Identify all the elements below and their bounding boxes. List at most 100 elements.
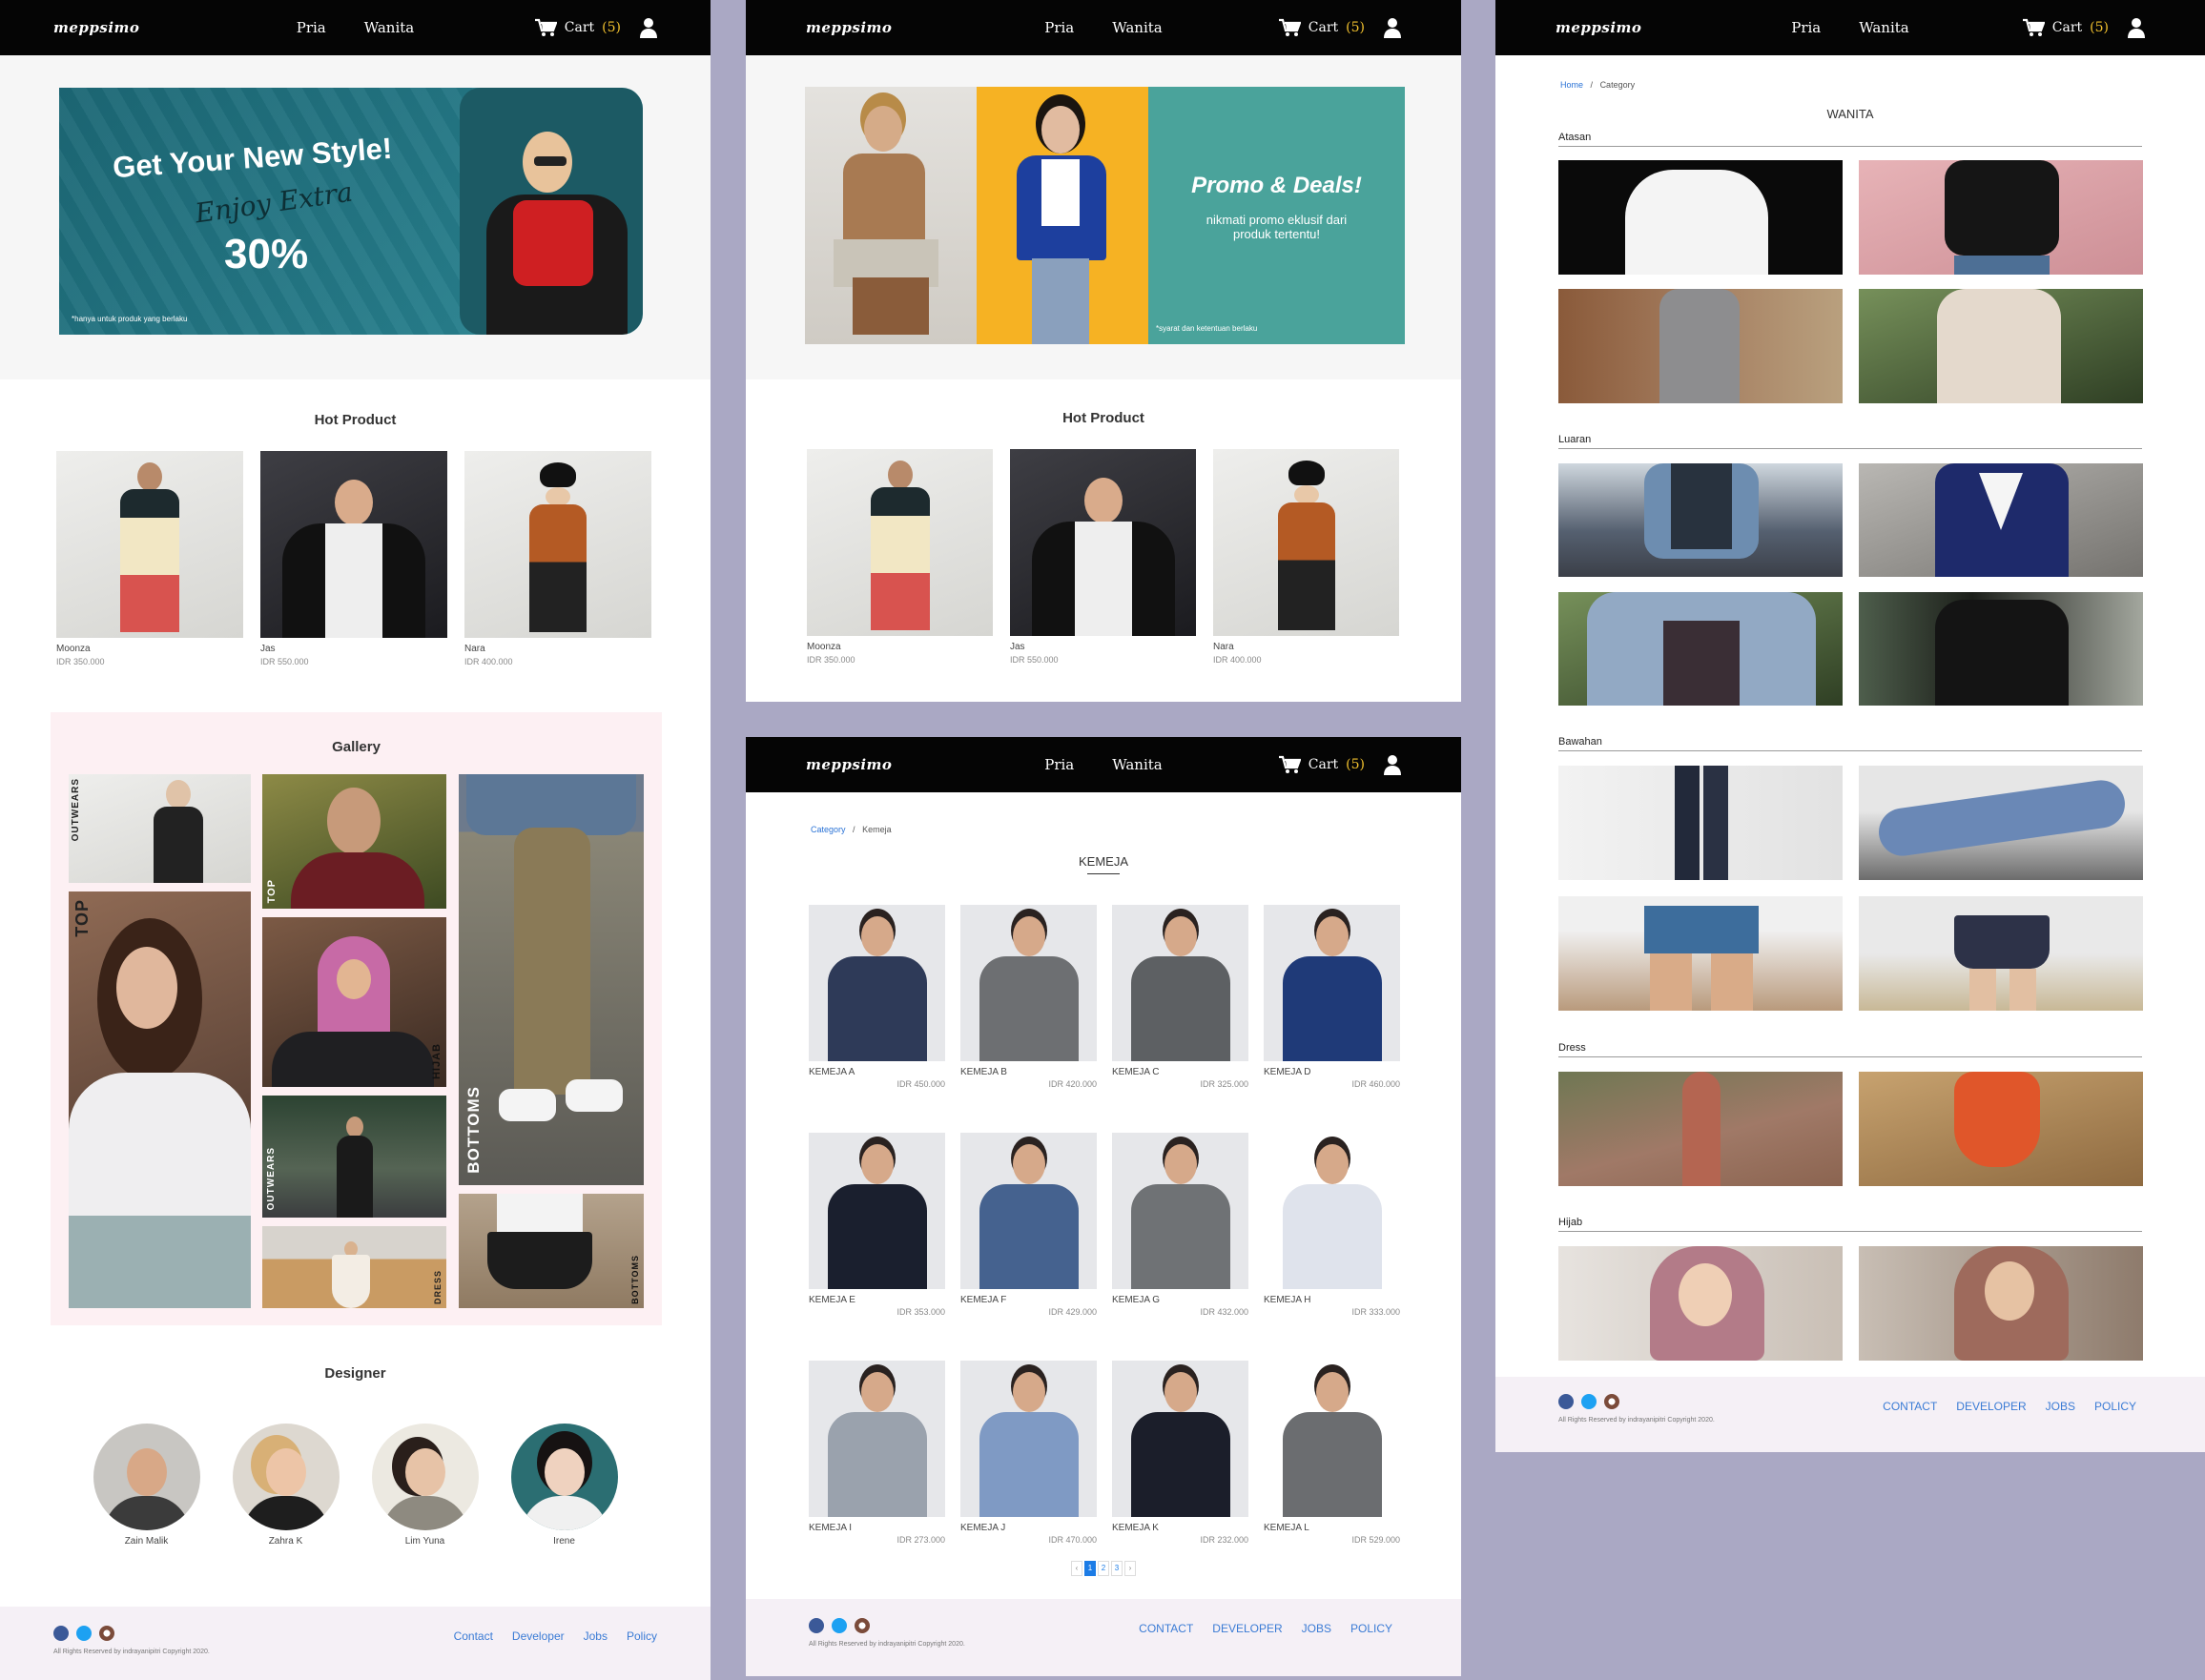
nav-link-pria[interactable]: Pria [1044,19,1074,36]
product-card[interactable]: KEMEJA I IDR 273.000 [809,1361,945,1571]
user-icon[interactable] [640,17,657,38]
nav-link-wanita[interactable]: Wanita [1859,19,1909,36]
gallery-tile-top-man[interactable]: TOP [262,774,446,909]
product-card[interactable]: KEMEJA F IDR 429.000 [960,1133,1097,1343]
category-image[interactable] [1859,160,2143,275]
footer-link-policy[interactable]: POLICY [2094,1400,2136,1413]
gallery-tile-hijab[interactable]: HIJAB [262,917,446,1087]
category-image[interactable] [1859,289,2143,403]
category-image[interactable] [1859,1246,2143,1361]
facebook-icon[interactable] [809,1618,824,1633]
footer-link-developer[interactable]: Developer [512,1629,565,1643]
breadcrumb-link[interactable]: Category [811,825,846,834]
footer-link-developer[interactable]: DEVELOPER [1212,1622,1282,1635]
category-image[interactable] [1859,766,2143,880]
instagram-icon[interactable] [99,1626,114,1641]
cart-button[interactable]: Cart (5) [1278,755,1365,774]
product-card[interactable]: Nara IDR 400.000 [1213,449,1399,665]
twitter-icon[interactable] [1581,1394,1597,1409]
nav-link-wanita[interactable]: Wanita [364,19,415,36]
category-image[interactable] [1558,766,1843,880]
product-price: IDR 333.000 [1351,1307,1400,1317]
footer-link-jobs[interactable]: Jobs [584,1629,608,1643]
category-image[interactable] [1859,592,2143,706]
footer-link-contact[interactable]: CONTACT [1139,1622,1193,1635]
product-card[interactable]: KEMEJA G IDR 432.000 [1112,1133,1248,1343]
product-card[interactable]: KEMEJA A IDR 450.000 [809,905,945,1116]
product-card[interactable]: KEMEJA K IDR 232.000 [1112,1361,1248,1571]
user-icon[interactable] [1384,17,1401,38]
product-card[interactable]: Jas IDR 550.000 [1010,449,1196,665]
brand-logo[interactable]: meppsimo [806,756,892,773]
product-card[interactable]: KEMEJA H IDR 333.000 [1264,1133,1400,1343]
nav-link-wanita[interactable]: Wanita [1112,756,1163,773]
footer-link-jobs[interactable]: JOBS [2046,1400,2075,1413]
category-image[interactable] [1558,160,1843,275]
page-1[interactable]: 1 [1084,1561,1096,1576]
brand-logo[interactable]: meppsimo [1556,19,1641,36]
product-card[interactable]: KEMEJA D IDR 460.000 [1264,905,1400,1116]
footer-link-developer[interactable]: DEVELOPER [1956,1400,2026,1413]
hot-product-section: Hot Product Moonza IDR 350.000 Jas IDR 5… [746,379,1461,665]
page-3[interactable]: 3 [1111,1561,1123,1576]
footer-link-policy[interactable]: POLICY [1350,1622,1392,1635]
designer-card[interactable]: Zain Malik [93,1424,200,1547]
cart-button[interactable]: Cart (5) [534,18,621,37]
category-image[interactable] [1859,896,2143,1011]
user-icon[interactable] [1384,754,1401,775]
gallery-tile-outwears-man[interactable]: OUTWEARS [262,1096,446,1218]
category-image[interactable] [1558,1072,1843,1186]
designer-card[interactable]: Zahra K [232,1424,340,1547]
product-card[interactable]: KEMEJA C IDR 325.000 [1112,905,1248,1116]
twitter-icon[interactable] [832,1618,847,1633]
instagram-icon[interactable] [1604,1394,1619,1409]
breadcrumb-link[interactable]: Home [1560,80,1583,90]
nav-link-pria[interactable]: Pria [1791,19,1821,36]
page-next[interactable]: › [1124,1561,1136,1576]
gallery-tile-dress[interactable]: DRESS [262,1226,446,1308]
brand-logo[interactable]: meppsimo [53,19,139,36]
footer-link-policy[interactable]: Policy [627,1629,657,1643]
product-price: IDR 325.000 [1200,1079,1248,1089]
category-image[interactable] [1558,289,1843,403]
category-heading-luaran: Luaran [1558,434,2142,449]
category-image[interactable] [1558,463,1843,577]
category-image[interactable] [1859,463,2143,577]
category-image[interactable] [1558,592,1843,706]
cart-button[interactable]: Cart (5) [2022,18,2109,37]
facebook-icon[interactable] [53,1626,69,1641]
nav-link-pria[interactable]: Pria [1044,756,1074,773]
category-image[interactable] [1558,896,1843,1011]
cart-button[interactable]: Cart (5) [1278,18,1365,37]
nav-link-pria[interactable]: Pria [297,19,326,36]
user-icon[interactable] [2128,17,2145,38]
facebook-icon[interactable] [1558,1394,1574,1409]
product-card[interactable]: Jas IDR 550.000 [260,451,447,666]
gallery-tile-bottoms-skirt[interactable]: BOTTOMS [459,1194,644,1308]
product-card[interactable]: KEMEJA L IDR 529.000 [1264,1361,1400,1571]
twitter-icon[interactable] [76,1626,92,1641]
promo-banner[interactable]: Get Your New Style! Enjoy Extra 30% *han… [59,88,643,335]
product-card[interactable]: Moonza IDR 350.000 [56,451,243,666]
designer-card[interactable]: Irene [510,1424,618,1547]
promo-deals-banner[interactable]: Promo & Deals! nikmati promo eklusif dar… [805,87,1405,344]
category-image[interactable] [1558,1246,1843,1361]
nav-link-wanita[interactable]: Wanita [1112,19,1163,36]
page-prev[interactable]: ‹ [1071,1561,1082,1576]
product-card[interactable]: Nara IDR 400.000 [464,451,651,666]
product-card[interactable]: Moonza IDR 350.000 [807,449,993,665]
page-2[interactable]: 2 [1098,1561,1109,1576]
brand-logo[interactable]: meppsimo [806,19,892,36]
product-card[interactable]: KEMEJA B IDR 420.000 [960,905,1097,1116]
gallery-tile-top-woman[interactable]: TOP [69,891,251,1308]
product-card[interactable]: KEMEJA J IDR 470.000 [960,1361,1097,1571]
category-image[interactable] [1859,1072,2143,1186]
instagram-icon[interactable] [855,1618,870,1633]
designer-card[interactable]: Lim Yuna [371,1424,479,1547]
product-card[interactable]: KEMEJA E IDR 353.000 [809,1133,945,1343]
gallery-tile-bottoms[interactable]: BOTTOMS [459,774,644,1185]
gallery-tile-outwears[interactable]: OUTWEARS [69,774,251,883]
footer-link-jobs[interactable]: JOBS [1302,1622,1331,1635]
footer-link-contact[interactable]: CONTACT [1883,1400,1937,1413]
footer-link-contact[interactable]: Contact [454,1629,493,1643]
